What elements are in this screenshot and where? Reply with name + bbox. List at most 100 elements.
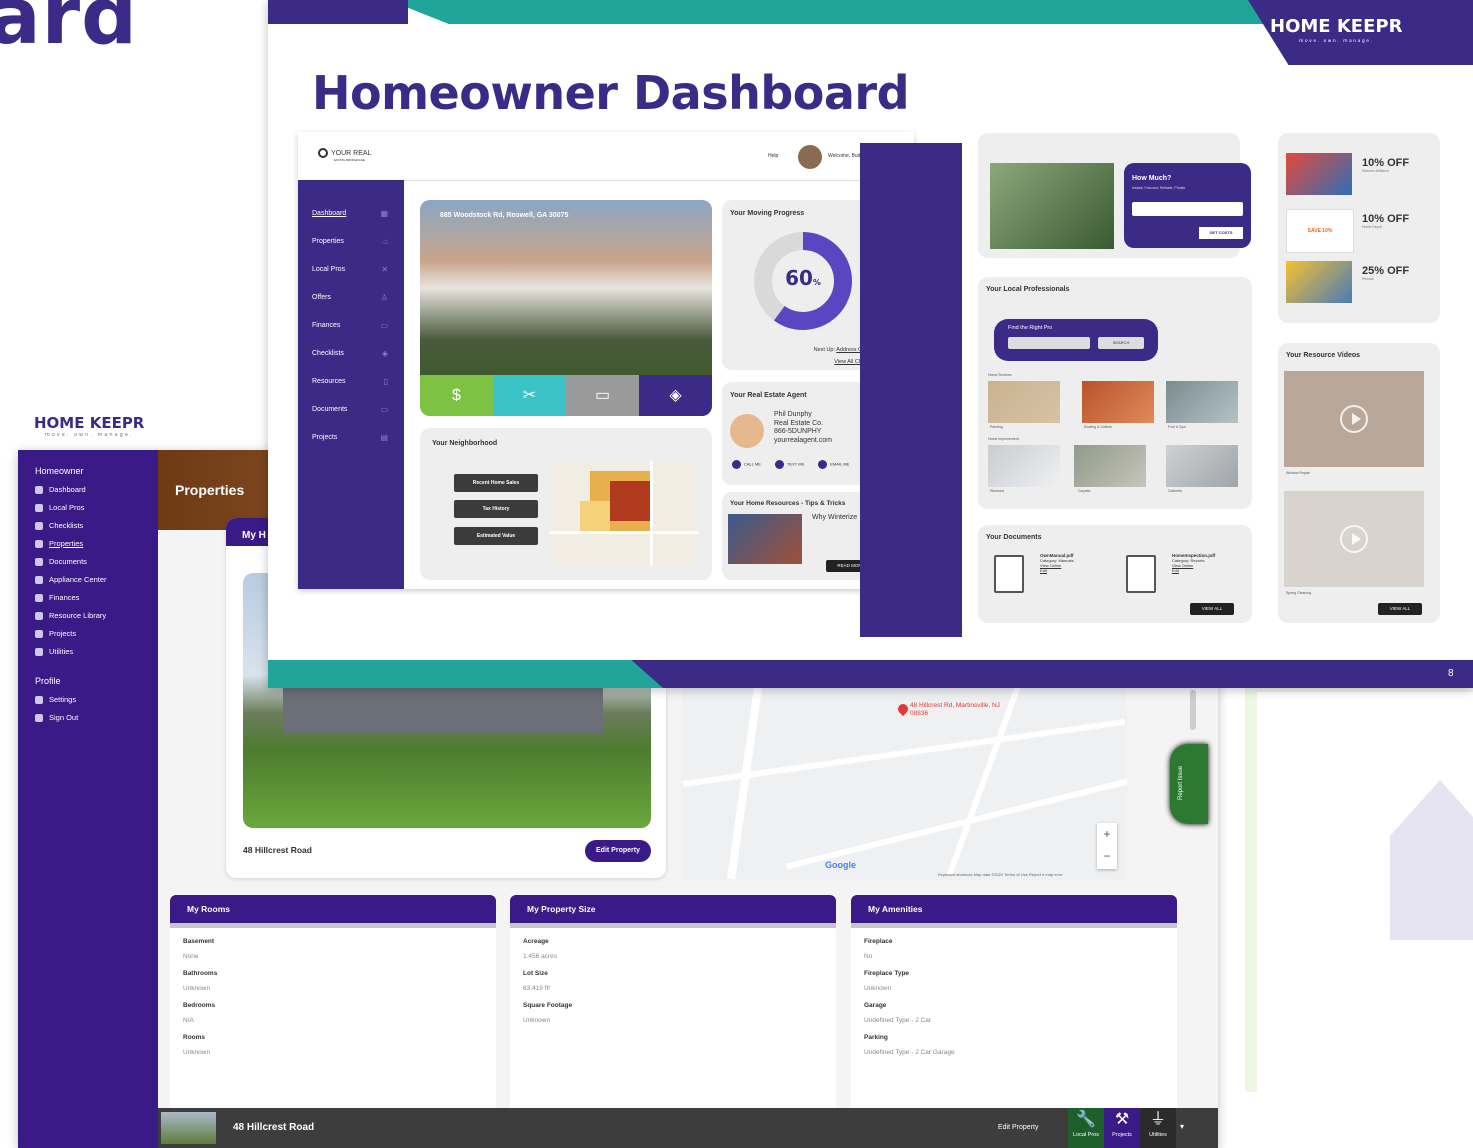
improvement-thumbnail[interactable] (1074, 445, 1146, 487)
deal-amount: 10% OFF (1362, 157, 1410, 169)
field-value: Unknown (523, 1017, 551, 1024)
email-me-button[interactable]: EMAIL ME (818, 460, 849, 469)
text-me-button[interactable]: TEXT ME (775, 460, 804, 469)
tax-history-button[interactable]: Tax History (454, 500, 538, 518)
deal-image[interactable] (1286, 261, 1352, 303)
tab-projects[interactable]: ⚒ Projects (1104, 1108, 1140, 1148)
view-all-videos-button[interactable]: VIEW ALL (1378, 603, 1422, 615)
box-icon[interactable]: ◈ (639, 375, 712, 416)
improvement-thumbnail[interactable] (988, 445, 1060, 487)
scrollbar[interactable] (1190, 690, 1196, 730)
call-me-button[interactable]: CALL ME (732, 460, 761, 469)
sidebar-item-documents[interactable]: Documents (18, 552, 158, 570)
dashboard-sidebar: Dashboard ▦ Properties ⌂ Local Pros ✕ Offer… (298, 180, 404, 589)
card-title: My Property Size (510, 895, 836, 923)
field-label: Fireplace Type (864, 970, 910, 977)
nav-finances[interactable]: Finances ▭ (298, 312, 404, 340)
sidebar-item-resource-library[interactable]: Resource Library (18, 606, 158, 624)
laptop-icon[interactable]: ▭ (566, 375, 639, 416)
pdf-file-icon[interactable] (994, 555, 1024, 593)
find-pro-input[interactable] (1008, 337, 1090, 349)
plug-icon: ⏚ (1149, 1111, 1166, 1128)
service-thumbnail[interactable] (1082, 381, 1154, 423)
nav-resources[interactable]: Resources ▯ (298, 368, 404, 396)
sidebar-item-properties[interactable]: Properties (18, 534, 158, 552)
nav-documents[interactable]: Documents ▭ (298, 396, 404, 424)
report-issue-button[interactable]: Report Issue (1170, 744, 1208, 824)
deal-image[interactable]: SAVE 10% (1286, 209, 1354, 253)
nav-label: Properties (312, 238, 344, 245)
plug-icon (35, 647, 43, 656)
deal-image[interactable] (1286, 153, 1352, 195)
improvement-thumbnail[interactable] (1166, 445, 1238, 487)
bottom-edit-property-link[interactable]: Edit Property (998, 1124, 1038, 1131)
slide-top-left-accent (268, 0, 408, 24)
service-thumbnail[interactable] (1166, 381, 1238, 423)
sidebar-item-utilities[interactable]: Utilities (18, 642, 158, 660)
recent-home-sales-button[interactable]: Recent Home Sales (454, 474, 538, 492)
nav-checklists[interactable]: Checklists ◈ (298, 340, 404, 368)
resources-icon: ▯ (383, 377, 388, 386)
sidebar-item-settings[interactable]: Settings (18, 690, 158, 708)
brokerage-name: YOUR REAL (331, 149, 372, 157)
article-title: Why Winterize (812, 514, 858, 521)
home-card[interactable]: 885 Woodstock Rd, Roswell, GA 30075 $ ✂ … (420, 200, 712, 416)
nav-label: Resources (312, 378, 346, 385)
nav-properties[interactable]: Properties ⌂ (298, 228, 404, 256)
edit-link[interactable]: Edit (1172, 568, 1179, 573)
how-much-search-input[interactable] (1132, 202, 1243, 216)
pdf-file-icon[interactable] (1126, 555, 1156, 593)
chevron-down-icon[interactable]: ▾ (1180, 1122, 1184, 1131)
sidebar-item-appliance-center[interactable]: Appliance Center (18, 570, 158, 588)
improvement-label: Windows (990, 489, 1005, 493)
nav-local-pros[interactable]: Local Pros ✕ (298, 256, 404, 284)
sidebar-item-dashboard[interactable]: Dashboard (18, 480, 158, 498)
money-icon[interactable]: $ (420, 375, 493, 416)
video-thumbnail[interactable] (1284, 491, 1424, 587)
video-label: Spring Cleaning (1286, 591, 1311, 595)
nav-projects[interactable]: Projects ▤ (298, 424, 404, 452)
agent-website[interactable]: yourrealagent.com (774, 437, 832, 446)
agent-name: Phil Dunphy (774, 411, 812, 418)
service-thumbnail[interactable] (988, 381, 1060, 423)
nav-dashboard[interactable]: Dashboard ▦ (298, 200, 404, 228)
estimated-value-button[interactable]: Estimated Value (454, 527, 538, 545)
agent-details: Phil Dunphy Real Estate Co. 866-5DUNPHY … (774, 411, 832, 445)
tools-icon[interactable]: ✂ (493, 375, 566, 416)
help-link[interactable]: Help (768, 153, 778, 159)
tab-label: Local Pros (1073, 1132, 1099, 1138)
edit-link[interactable]: Edit (1040, 568, 1047, 573)
avatar[interactable] (798, 145, 822, 169)
sidebar-item-projects[interactable]: Projects (18, 624, 158, 642)
agent-actions: CALL ME TEXT ME EMAIL ME (732, 460, 849, 469)
card-title: Your Local Professionals (986, 286, 1070, 293)
improvement-label: Cabinets (1168, 489, 1182, 493)
zoom-out-button[interactable]: − (1097, 845, 1117, 867)
tab-utilities[interactable]: ⏚ Utilities (1140, 1108, 1176, 1148)
video-thumbnail[interactable] (1284, 371, 1424, 467)
tab-local-pros[interactable]: 🔧 Local Pros (1068, 1108, 1104, 1148)
sidebar-item-label: Settings (49, 695, 77, 704)
dashboard-icon: ▦ (380, 209, 388, 218)
page-title: Properties (175, 482, 245, 498)
sidebar-item-local-pros[interactable]: Local Pros (18, 498, 158, 516)
view-all-documents-button[interactable]: VIEW ALL (1190, 603, 1234, 615)
get-costs-button[interactable]: GET COSTS (1199, 227, 1243, 239)
gear-icon (35, 695, 43, 704)
sidebar-item-checklists[interactable]: Checklists (18, 516, 158, 534)
search-button[interactable]: SEARCH (1098, 337, 1144, 349)
play-icon[interactable] (1340, 405, 1368, 433)
field-label: Parking (864, 1034, 888, 1041)
map-zoom-control[interactable]: + − (1097, 823, 1117, 869)
section-label: Home Services (988, 373, 1012, 377)
sidebar-item-finances[interactable]: Finances (18, 588, 158, 606)
wrench-icon (35, 503, 43, 512)
nav-offers[interactable]: Offers ♙ (298, 284, 404, 312)
sidebar-item-sign-out[interactable]: Sign Out (18, 708, 158, 726)
neighborhood-heatmap[interactable] (550, 461, 698, 566)
edit-property-button[interactable]: Edit Property (585, 840, 651, 862)
resource-videos-card: Your Resource Videos Window Repair Sprin… (1278, 343, 1440, 623)
play-icon[interactable] (1340, 525, 1368, 553)
sidebar-item-label: Dashboard (49, 485, 86, 494)
zoom-in-button[interactable]: + (1097, 823, 1117, 845)
